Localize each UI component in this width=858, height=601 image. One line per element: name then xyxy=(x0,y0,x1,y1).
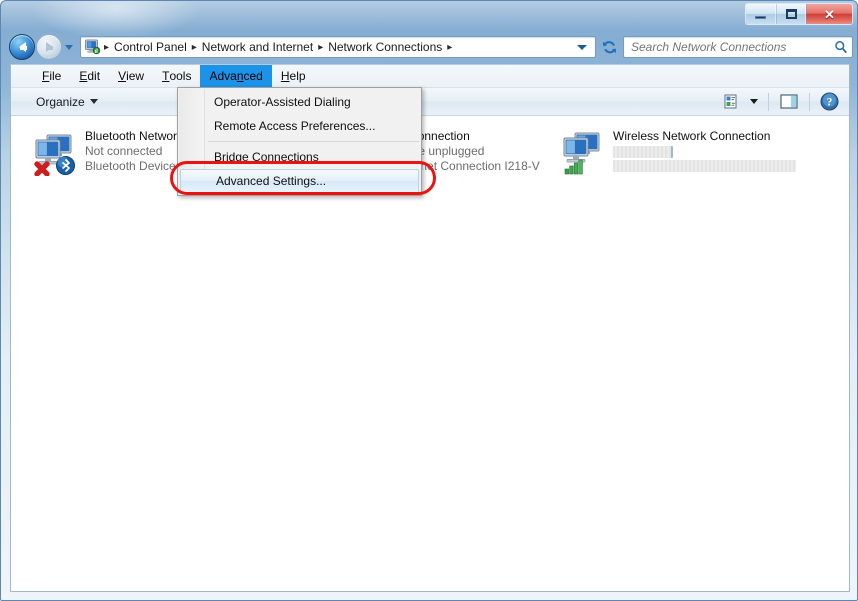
connections-list: Bluetooth Network Connection Not connect… xyxy=(11,116,849,179)
menu-item-remote-access-preferences[interactable]: Remote Access Preferences... xyxy=(178,114,421,138)
menu-item-operator-assisted-dialing[interactable]: Operator-Assisted Dialing xyxy=(178,90,421,114)
address-toolbar: ▸ Control Panel ▸ Network and Internet ▸… xyxy=(1,31,857,63)
redacted-ssid-bar xyxy=(613,146,673,158)
help-button[interactable]: ? xyxy=(816,90,843,113)
advanced-menu-dropdown: Operator-Assisted Dialing Remote Access … xyxy=(177,87,422,196)
breadcrumb-control-panel[interactable]: Control Panel xyxy=(110,39,191,55)
svg-text:?: ? xyxy=(827,97,833,109)
maximize-button[interactable] xyxy=(776,4,806,24)
menu-advanced[interactable]: Adva n ced xyxy=(200,65,272,87)
back-button[interactable] xyxy=(9,34,35,60)
menu-separator xyxy=(208,141,419,142)
close-icon: ✕ xyxy=(824,6,835,22)
connection-text-block: Wireless Network Connection xyxy=(613,128,796,172)
menu-bar: File Edit View Tools Adva n ced Help xyxy=(11,65,849,88)
preview-pane-icon xyxy=(780,94,798,109)
refresh-icon xyxy=(602,40,616,53)
explorer-client-area: File Edit View Tools Adva n ced Help Organ… xyxy=(10,64,850,592)
arrow-right-icon xyxy=(45,42,53,52)
recent-pages-chevron-down-icon[interactable] xyxy=(65,44,73,50)
title-bar[interactable]: ✕ xyxy=(1,1,857,31)
breadcrumb-separator-3: ▸ xyxy=(447,41,453,53)
menu-file[interactable]: File xyxy=(33,65,70,87)
connections-content-pane: Bluetooth Network Connection Not connect… xyxy=(11,116,849,591)
view-options-icon xyxy=(724,94,737,109)
address-bar[interactable]: ▸ Control Panel ▸ Network and Internet ▸… xyxy=(80,36,596,58)
breadcrumb-network-connections[interactable]: Network Connections xyxy=(324,39,446,55)
view-chevron-down-icon xyxy=(750,99,758,104)
search-input[interactable] xyxy=(631,40,834,54)
refresh-button[interactable] xyxy=(598,36,620,58)
connection-name: Wireless Network Connection xyxy=(613,129,771,143)
menu-item-advanced-settings[interactable]: Advanced Settings... xyxy=(180,169,419,193)
menu-tools[interactable]: Tools xyxy=(153,65,200,87)
list-item-wireless-network-connection[interactable]: Wireless Network Connection xyxy=(553,125,815,179)
menu-help[interactable]: Help xyxy=(272,65,315,87)
toolbar-separator-2 xyxy=(809,92,810,111)
organize-label: Organize xyxy=(36,94,85,109)
search-icon xyxy=(835,41,847,54)
command-toolbar: Organize ? xyxy=(11,88,849,116)
forward-button[interactable] xyxy=(36,34,62,60)
organize-button[interactable]: Organize xyxy=(29,92,105,112)
change-view-button[interactable] xyxy=(720,91,762,112)
window-controls: ✕ xyxy=(745,3,853,25)
minimize-button[interactable] xyxy=(746,4,776,24)
maximize-icon xyxy=(785,9,797,19)
help-icon: ? xyxy=(820,92,839,111)
arrow-left-icon xyxy=(18,42,26,52)
search-box[interactable] xyxy=(623,36,853,58)
address-history-chevron-down-icon[interactable] xyxy=(577,44,587,50)
breadcrumb-separator-0: ▸ xyxy=(104,41,110,53)
redacted-device-bar xyxy=(613,160,796,172)
control-panel-network-icon xyxy=(85,39,101,55)
minimize-icon xyxy=(755,16,766,19)
chevron-down-icon xyxy=(89,99,98,104)
breadcrumb-separator-2: ▸ xyxy=(318,41,324,53)
menu-edit[interactable]: Edit xyxy=(70,65,109,87)
explorer-window: ✕ ▸ Control Panel ▸ Network and Internet… xyxy=(0,0,858,601)
breadcrumb-separator-1: ▸ xyxy=(191,41,197,53)
desktop-background: ✕ ▸ Control Panel ▸ Network and Internet… xyxy=(0,0,858,601)
toolbar-separator xyxy=(768,92,769,111)
menu-view[interactable]: View xyxy=(109,65,153,87)
network-adapter-disconnected-bluetooth-icon xyxy=(30,128,78,177)
close-button[interactable]: ✕ xyxy=(806,4,852,24)
menu-item-bridge-connections[interactable]: Bridge Connections xyxy=(178,145,421,169)
network-adapter-wireless-icon xyxy=(558,128,606,176)
breadcrumb-network-and-internet[interactable]: Network and Internet xyxy=(198,39,317,55)
preview-pane-button[interactable] xyxy=(775,91,803,112)
